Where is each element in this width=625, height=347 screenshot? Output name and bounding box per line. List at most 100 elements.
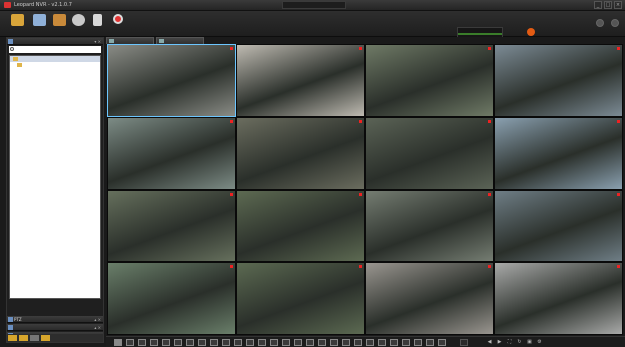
- record-button[interactable]: [109, 14, 126, 34]
- center-title-box: [282, 1, 346, 9]
- tab-view-2[interactable]: [156, 37, 204, 44]
- app-icon: [4, 2, 11, 8]
- main-toolbar: [0, 11, 625, 43]
- layout-custom-button[interactable]: [234, 339, 242, 346]
- device-icon: [53, 14, 66, 26]
- recording-indicator: [359, 193, 362, 196]
- camera-tile[interactable]: [236, 190, 365, 262]
- layout-6x6-button[interactable]: [174, 339, 182, 346]
- recording-indicator: [617, 193, 620, 196]
- layout-custom-button[interactable]: [402, 339, 410, 346]
- camera-tile[interactable]: [365, 117, 494, 190]
- minimize-icon[interactable]: _: [594, 1, 602, 9]
- camera-tile[interactable]: [494, 190, 623, 262]
- camera-tile[interactable]: [494, 117, 623, 190]
- page-indicator: [460, 339, 468, 346]
- layout-custom-button[interactable]: [414, 339, 422, 346]
- ptz-icon: [8, 317, 13, 322]
- layout-custom-button[interactable]: [210, 339, 218, 346]
- folder-icon: [17, 63, 22, 67]
- settings-button[interactable]: [70, 14, 87, 34]
- playback-button[interactable]: [31, 14, 48, 34]
- preset-panel-header[interactable]: ▴ ×: [7, 324, 103, 331]
- layout-custom-button[interactable]: [282, 339, 290, 346]
- recording-indicator: [230, 120, 233, 123]
- layout-icon[interactable]: [8, 335, 17, 341]
- panel-expand-icon[interactable]: ▴ ×: [94, 324, 101, 331]
- sequence-icon[interactable]: ↻: [516, 339, 523, 346]
- layout-3x3-button[interactable]: [138, 339, 146, 346]
- camera-tile[interactable]: [365, 262, 494, 335]
- layout-custom-button[interactable]: [426, 339, 434, 346]
- folder-icon: [13, 57, 18, 61]
- layout-custom-button[interactable]: [318, 339, 326, 346]
- layout-custom-button[interactable]: [330, 339, 338, 346]
- live-view-button[interactable]: [9, 14, 26, 34]
- camera-tile[interactable]: [494, 262, 623, 335]
- panel-collapse-icon[interactable]: ▾ ×: [94, 38, 101, 45]
- recording-indicator: [488, 193, 491, 196]
- device-button[interactable]: [51, 14, 68, 34]
- snapshot-icon[interactable]: ▣: [526, 339, 533, 346]
- maximize-icon[interactable]: □: [604, 1, 612, 9]
- layout-custom-button[interactable]: [246, 339, 254, 346]
- camera-tile[interactable]: [107, 190, 236, 262]
- layout-custom-button[interactable]: [198, 339, 206, 346]
- layout-custom-button[interactable]: [270, 339, 278, 346]
- camera-tile[interactable]: [365, 190, 494, 262]
- layout-custom-button[interactable]: [378, 339, 386, 346]
- layout-icon[interactable]: [19, 335, 28, 341]
- prev-page-icon[interactable]: ◀: [486, 339, 493, 346]
- title-bar: Leopard NVR - v2.1.0.7 _ □ ×: [0, 0, 625, 11]
- device-search-input[interactable]: [9, 46, 101, 53]
- layout-custom-button[interactable]: [438, 339, 446, 346]
- layout-1x1-button[interactable]: [114, 339, 122, 346]
- layout-custom-button[interactable]: [366, 339, 374, 346]
- close-icon[interactable]: ×: [614, 1, 622, 9]
- ptz-panel-header[interactable]: PTZ ▴ ×: [7, 316, 103, 323]
- layout-custom-button[interactable]: [258, 339, 266, 346]
- alarm-icon: [527, 28, 535, 36]
- layout-custom-button[interactable]: [186, 339, 194, 346]
- panel-expand-icon[interactable]: ▴ ×: [94, 316, 101, 323]
- layout-custom-button[interactable]: [222, 339, 230, 346]
- settings-icon[interactable]: ⚙: [536, 339, 543, 346]
- info-icon[interactable]: [611, 19, 619, 27]
- recording-indicator: [230, 47, 233, 50]
- camera-tile[interactable]: [107, 117, 236, 190]
- layout-5x5-button[interactable]: [162, 339, 170, 346]
- tab-view-1[interactable]: [106, 37, 154, 44]
- layout-custom-button[interactable]: [306, 339, 314, 346]
- playback-controls: ◀ ▶ ⛶ ↻ ▣ ⚙: [486, 339, 543, 346]
- playback-icon: [33, 14, 46, 26]
- camera-tile[interactable]: [236, 117, 365, 190]
- log-button[interactable]: [89, 14, 106, 34]
- layout-custom-button[interactable]: [342, 339, 350, 346]
- preset-icon: [8, 325, 13, 330]
- layout-2x2-button[interactable]: [126, 339, 134, 346]
- camera-tile[interactable]: [107, 44, 236, 117]
- recording-indicator: [617, 47, 620, 50]
- recording-indicator: [488, 47, 491, 50]
- recording-indicator: [617, 265, 620, 268]
- fullscreen-icon[interactable]: ⛶: [506, 339, 513, 346]
- layout-icon[interactable]: [30, 335, 39, 341]
- settings-icon[interactable]: [596, 19, 604, 27]
- layout-custom-button[interactable]: [390, 339, 398, 346]
- panel-title: PTZ: [14, 317, 22, 322]
- device-tree: [9, 55, 101, 299]
- recording-indicator: [617, 120, 620, 123]
- device-panel-header[interactable]: ▾ ×: [7, 38, 103, 45]
- camera-tile[interactable]: [494, 44, 623, 117]
- layout-icon[interactable]: [41, 335, 50, 341]
- layout-custom-button[interactable]: [354, 339, 362, 346]
- camera-tile[interactable]: [365, 44, 494, 117]
- tree-item[interactable]: [10, 62, 100, 68]
- layout-custom-button[interactable]: [294, 339, 302, 346]
- camera-tile[interactable]: [236, 44, 365, 117]
- next-page-icon[interactable]: ▶: [496, 339, 503, 346]
- camera-tile[interactable]: [236, 262, 365, 335]
- layout-4x4-button[interactable]: [150, 339, 158, 346]
- recording-indicator: [230, 265, 233, 268]
- camera-tile[interactable]: [107, 262, 236, 335]
